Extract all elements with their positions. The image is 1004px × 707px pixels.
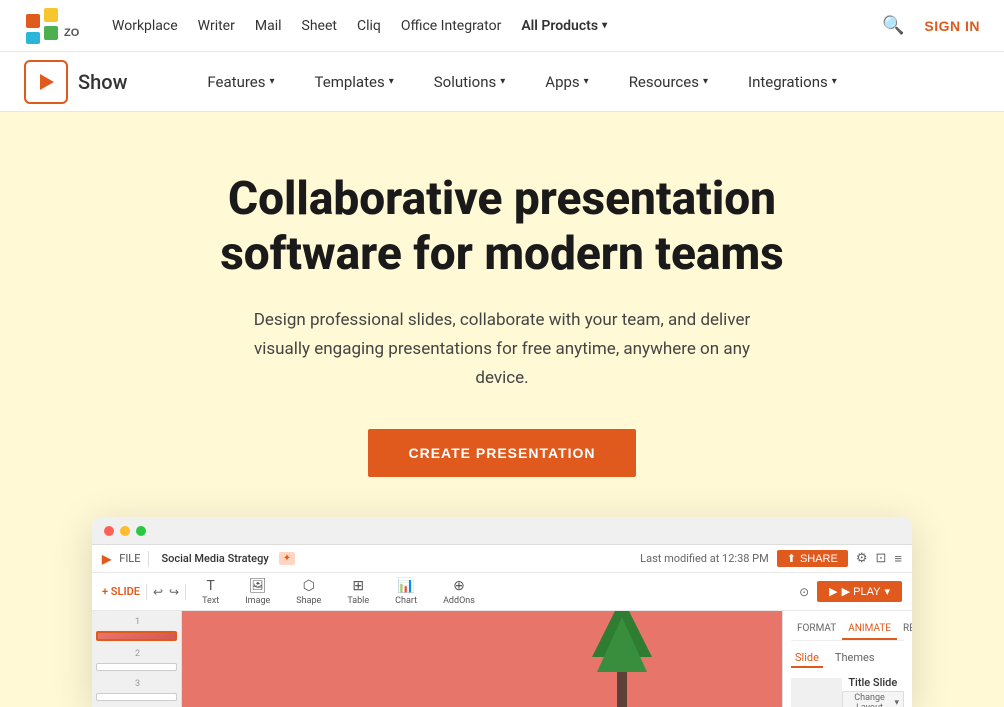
nav-integrations[interactable]: Integrations ▾ (728, 52, 857, 112)
slide-thumb-3[interactable] (96, 693, 177, 701)
presentation-tag: ✦ (279, 552, 295, 565)
nav-cliq[interactable]: Cliq (357, 18, 381, 34)
show-logo-icon (24, 60, 68, 104)
slide-tree-illustration (582, 611, 662, 707)
search-button[interactable]: 🔍 (882, 15, 904, 36)
sign-in-button[interactable]: SIGN IN (924, 18, 980, 34)
slide-number-2: 2 (98, 649, 177, 659)
toolbar-sep-2 (146, 584, 147, 600)
toolbar-sep-3 (185, 584, 186, 600)
show-logo[interactable]: Show (24, 60, 127, 104)
hero-section: Collaborative presentation software for … (0, 112, 1004, 707)
tool-table[interactable]: ⊞ Table (337, 574, 379, 610)
share-icon: ⬆ (787, 552, 796, 565)
all-products-chevron-icon: ▾ (602, 20, 607, 31)
file-menu[interactable]: FILE (119, 552, 140, 565)
integrations-chevron-icon: ▾ (832, 76, 837, 87)
solutions-chevron-icon: ▾ (500, 76, 505, 87)
toolbar-sep-1 (148, 551, 149, 567)
layout-label: Title Slide (842, 676, 904, 689)
tool-addons[interactable]: ⊕ AddOns (433, 574, 485, 610)
create-presentation-button[interactable]: CREATE PRESENTATION (368, 429, 635, 477)
table-icon: ⊞ (352, 578, 364, 594)
menu-icon: ≡ (894, 551, 902, 567)
slide-number-1: 1 (98, 617, 177, 627)
addons-icon: ⊕ (453, 578, 465, 594)
show-logo-text: Show (78, 70, 127, 94)
close-dot (104, 526, 114, 536)
hero-subtitle: Design professional slides, collaborate … (252, 306, 752, 393)
slides-panel: 1 2 3 (92, 611, 182, 707)
nav-office-integrator[interactable]: Office Integrator (401, 18, 501, 34)
hero-title: Collaborative presentation software for … (152, 172, 852, 282)
zoho-logo[interactable]: ZOHO (24, 6, 80, 46)
nav-workplace[interactable]: Workplace (112, 18, 178, 34)
format-tab[interactable]: FORMAT (791, 619, 842, 640)
settings-icon: ⚙ (856, 551, 868, 566)
shape-icon: ⬡ (303, 578, 315, 594)
main-slide-canvas[interactable] (182, 611, 782, 707)
nav-features[interactable]: Features ▾ (187, 52, 294, 112)
nav-resources[interactable]: Resources ▾ (609, 52, 728, 112)
tool-shape[interactable]: ⬡ Shape (286, 574, 331, 610)
review-tab[interactable]: REVIEW (897, 619, 912, 640)
screenshot-file-toolbar: ▶ FILE Social Media Strategy ✦ Last modi… (92, 545, 912, 573)
presentation-title: Social Media Strategy (161, 552, 268, 565)
slide-thumb-2[interactable] (96, 663, 177, 671)
resources-chevron-icon: ▾ (703, 76, 708, 87)
show-app-logo-icon: ▶ (102, 552, 111, 566)
undo-icon: ↩ (153, 585, 163, 599)
themes-subtab[interactable]: Themes (831, 649, 879, 668)
fullscreen-icon: ⊡ (876, 551, 887, 566)
slide-subtab[interactable]: Slide (791, 649, 823, 668)
top-nav: ZOHO Workplace Writer Mail Sheet Cliq Of… (0, 0, 1004, 52)
text-icon: T (206, 578, 214, 594)
properties-panel: FORMAT ANIMATE REVIEW Slide Themes Title… (782, 611, 912, 707)
minimize-dot (120, 526, 130, 536)
play-dropdown-icon: ▾ (884, 585, 890, 598)
animate-tab[interactable]: ANIMATE (842, 619, 897, 640)
nav-templates[interactable]: Templates ▾ (295, 52, 414, 112)
chart-icon: 📊 (397, 578, 414, 594)
tool-image[interactable]: 🖼 Image (235, 574, 280, 610)
play-button[interactable]: ▶ ▶ PLAY ▾ (817, 581, 902, 602)
slide-number-3: 3 (98, 679, 177, 689)
app-screenshot: ▶ FILE Social Media Strategy ✦ Last modi… (92, 517, 912, 707)
nav-writer[interactable]: Writer (198, 18, 235, 34)
screenshot-titlebar (92, 517, 912, 545)
nav-sheet[interactable]: Sheet (302, 18, 337, 34)
image-icon: 🖼 (249, 578, 267, 594)
nav-solutions[interactable]: Solutions ▾ (414, 52, 526, 112)
apps-chevron-icon: ▾ (584, 76, 589, 87)
nav-mail[interactable]: Mail (255, 18, 282, 34)
zoom-icon: ⊙ (799, 585, 809, 599)
share-button[interactable]: ⬆ SHARE (777, 550, 848, 567)
add-slide-button[interactable]: + SLIDE (102, 585, 140, 598)
change-layout-button[interactable]: Change Layout ▾ (842, 691, 904, 707)
slide-thumb-1[interactable] (96, 631, 177, 641)
redo-icon: ↪ (169, 585, 179, 599)
screenshot-main: 1 2 3 FORMAT ANIMATE (92, 611, 912, 707)
screenshot-tools-toolbar: + SLIDE ↩ ↪ T Text 🖼 Image ⬡ Shape ⊞ Tab… (92, 573, 912, 611)
last-modified-text: Last modified at 12:38 PM (640, 552, 769, 565)
search-icon: 🔍 (882, 15, 904, 35)
svg-text:ZOHO: ZOHO (64, 27, 80, 39)
maximize-dot (136, 526, 146, 536)
tool-chart[interactable]: 📊 Chart (385, 574, 427, 610)
secondary-nav: Show Features ▾ Templates ▾ Solutions ▾ … (0, 52, 1004, 112)
change-layout-chevron-icon: ▾ (894, 698, 899, 707)
tool-text[interactable]: T Text (192, 574, 229, 610)
features-chevron-icon: ▾ (270, 76, 275, 87)
all-products-button[interactable]: All Products ▾ (521, 18, 607, 34)
templates-chevron-icon: ▾ (389, 76, 394, 87)
play-icon: ▶ (829, 585, 837, 598)
nav-apps[interactable]: Apps ▾ (525, 52, 608, 112)
